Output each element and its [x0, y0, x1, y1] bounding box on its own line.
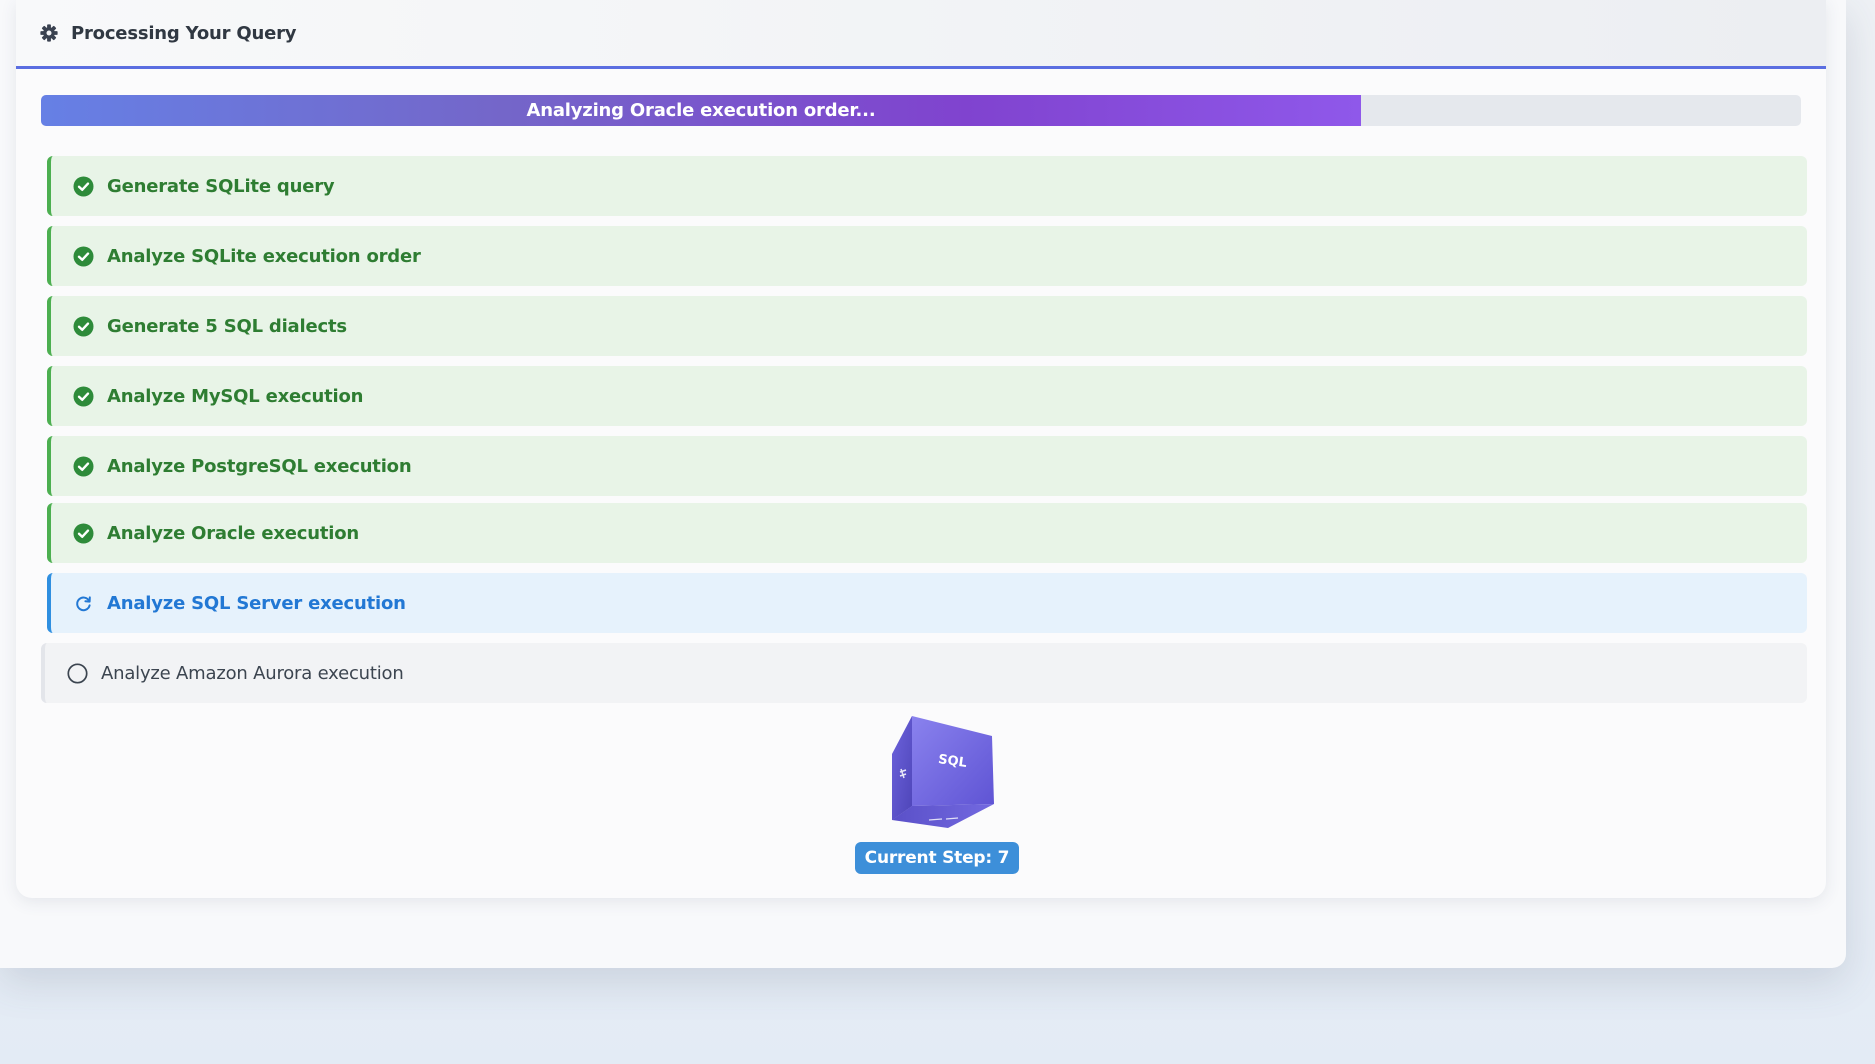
- step-item: Analyze Amazon Aurora execution: [41, 643, 1807, 703]
- empty-circle-icon: [66, 662, 88, 684]
- step-item: Analyze MySQL execution: [47, 366, 1807, 426]
- header-title: Processing Your Query: [71, 22, 297, 44]
- sql-cube-icon: SQL: [884, 716, 1000, 836]
- check-circle-icon: [72, 245, 94, 267]
- current-step-badge: Current Step: 7: [855, 842, 1019, 874]
- card-header: Processing Your Query: [16, 0, 1826, 69]
- progress-label: Analyzing Oracle execution order...: [526, 100, 876, 121]
- check-circle-icon: [72, 455, 94, 477]
- step-item: Analyze SQLite execution order: [47, 226, 1807, 286]
- processing-card: Processing Your Query Analyzing Oracle e…: [16, 0, 1826, 898]
- step-label: Generate 5 SQL dialects: [107, 315, 347, 337]
- progress-bar: Analyzing Oracle execution order...: [41, 95, 1801, 126]
- step-item: Generate 5 SQL dialects: [47, 296, 1807, 356]
- step-item: Generate SQLite query: [47, 156, 1807, 216]
- step-label: Analyze MySQL execution: [107, 385, 364, 407]
- check-circle-icon: [72, 175, 94, 197]
- step-label: Analyze SQL Server execution: [107, 592, 406, 614]
- step-label: Analyze Amazon Aurora execution: [101, 662, 404, 684]
- step-item: Analyze SQL Server execution: [47, 573, 1807, 633]
- step-label: Analyze Oracle execution: [107, 522, 360, 544]
- check-circle-icon: [72, 522, 94, 544]
- outer-panel: Processing Your Query Analyzing Oracle e…: [0, 0, 1846, 968]
- step-item: Analyze PostgreSQL execution: [47, 436, 1807, 496]
- check-circle-icon: [72, 385, 94, 407]
- step-item: Analyze Oracle execution: [47, 503, 1807, 563]
- check-circle-icon: [72, 315, 94, 337]
- step-label: Analyze PostgreSQL execution: [107, 455, 412, 477]
- gear-icon: [40, 24, 58, 42]
- step-label: Analyze SQLite execution order: [107, 245, 421, 267]
- refresh-icon: [72, 592, 94, 614]
- step-label: Generate SQLite query: [107, 175, 335, 197]
